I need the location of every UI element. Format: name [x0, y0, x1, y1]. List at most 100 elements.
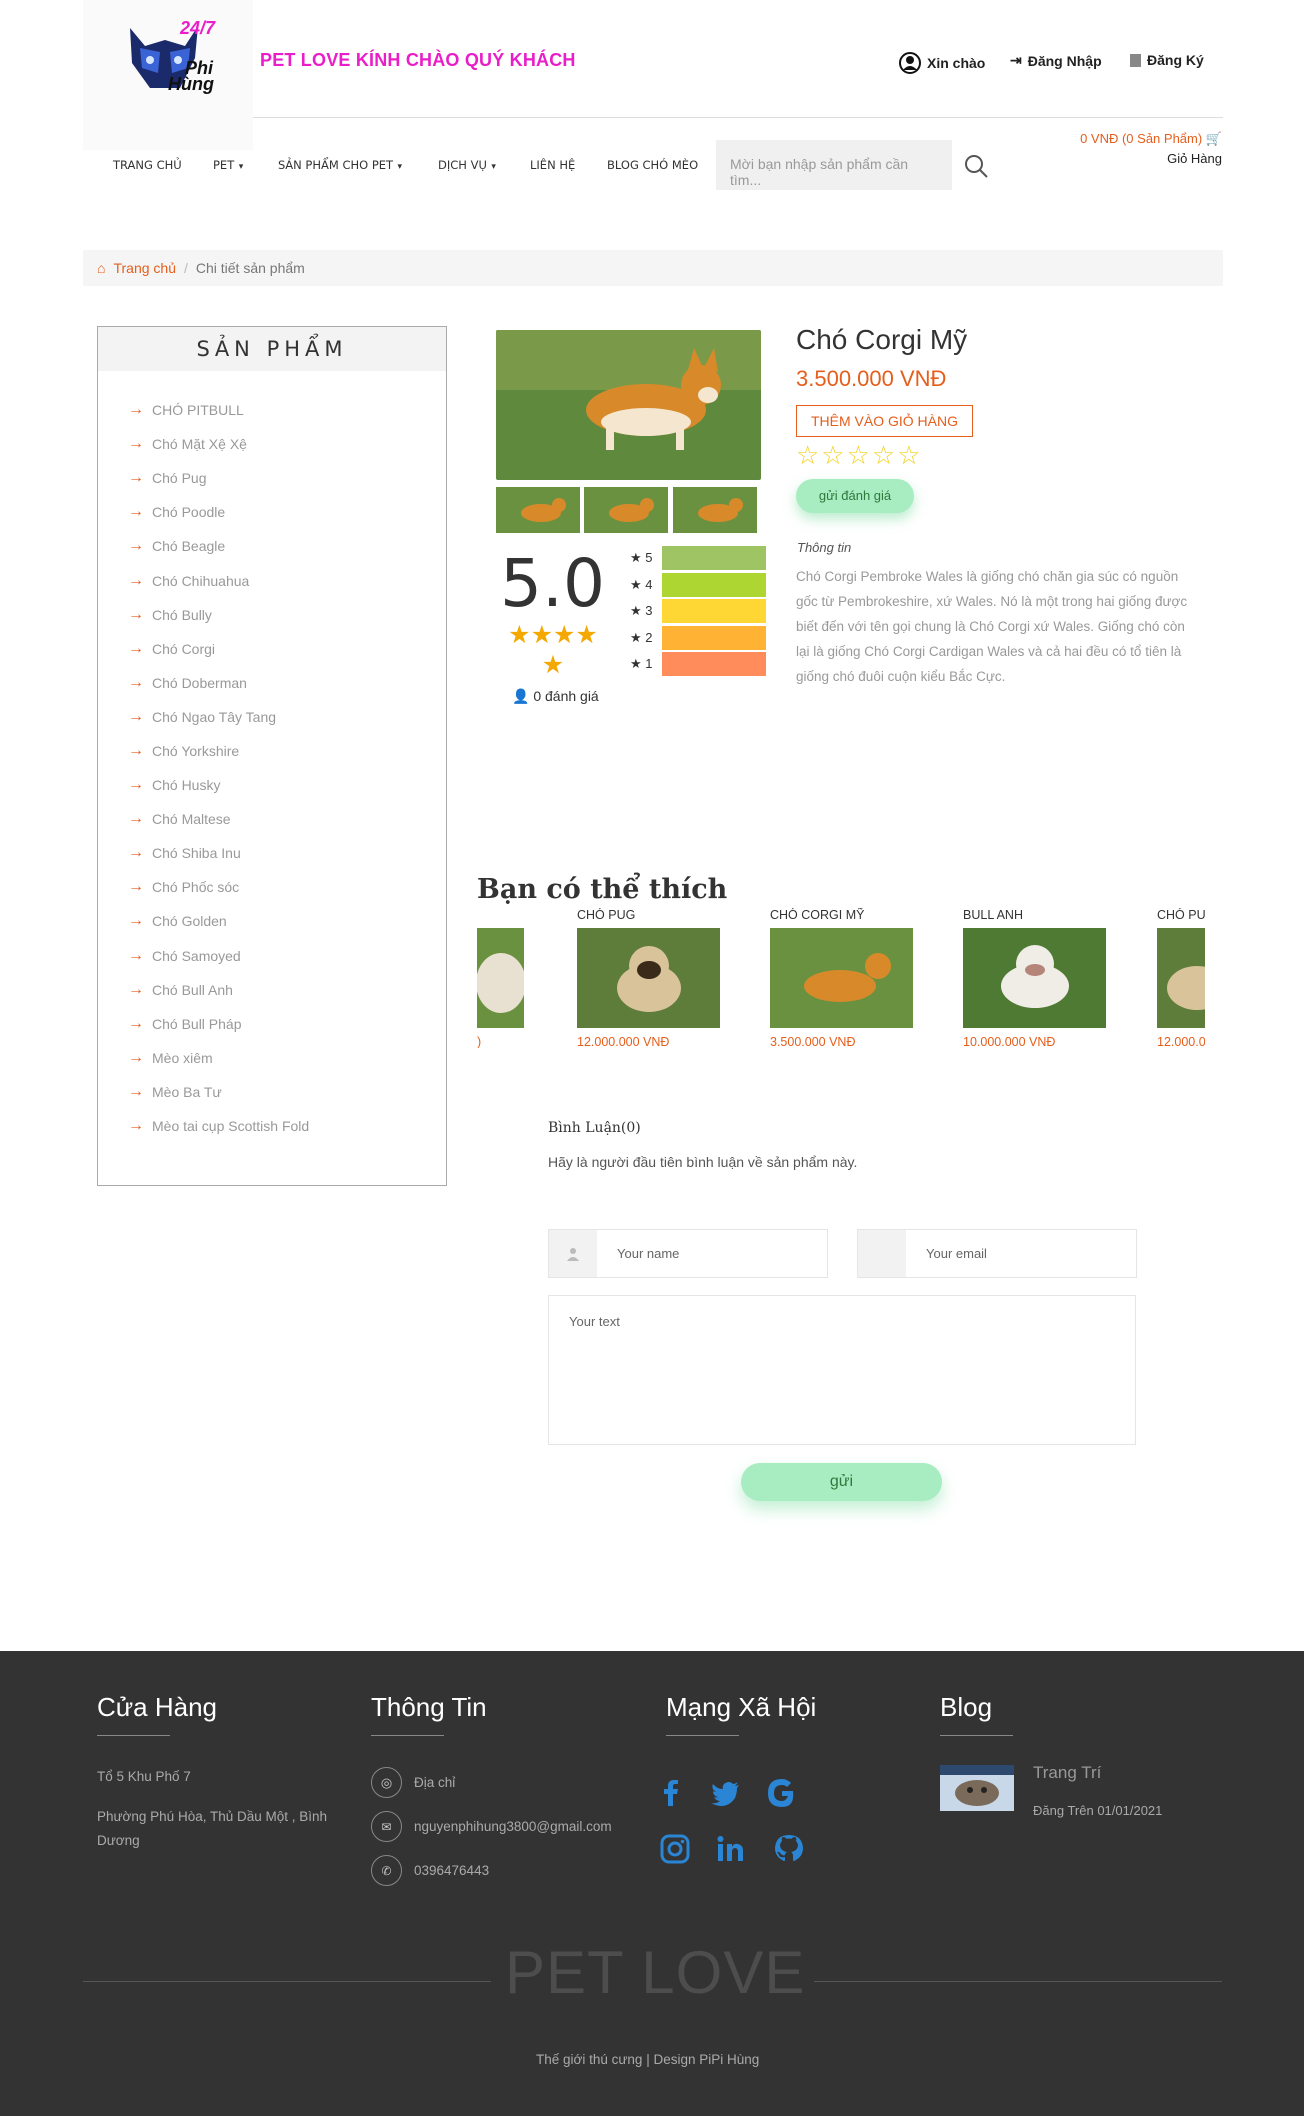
linkedin-icon[interactable]: [713, 1832, 747, 1866]
hello-label: Xin chào: [927, 55, 986, 71]
product-thumbnail[interactable]: [584, 487, 668, 533]
rating-level-label: ★ 3: [630, 603, 653, 618]
related-card-image: [963, 928, 1106, 1028]
rating-bar-row: ★ 1: [630, 652, 766, 676]
hello-link[interactable]: Xin chào: [899, 52, 985, 74]
sidebar-item[interactable]: → Chó Chihuahua: [128, 563, 446, 597]
sidebar-item[interactable]: → Chó Yorkshire: [128, 734, 446, 768]
rating-level-label: ★ 4: [630, 576, 653, 592]
github-icon[interactable]: [772, 1832, 806, 1866]
nav-pet-products[interactable]: SẢN PHẨM CHO PET ▾: [278, 156, 402, 174]
email-field[interactable]: Your email: [857, 1229, 1137, 1278]
instagram-icon[interactable]: [658, 1832, 692, 1866]
product-title: Chó Corgi Mỹ: [796, 324, 968, 355]
arrow-right-icon: →: [128, 741, 144, 759]
product-main-image[interactable]: [496, 330, 761, 480]
sidebar-item[interactable]: → Mèo xiêm: [128, 1041, 446, 1075]
user-icon: 👤: [512, 688, 530, 704]
footer-divider: [666, 1735, 739, 1736]
sidebar-item[interactable]: → Chó Maltese: [128, 802, 446, 836]
sidebar-item[interactable]: → Chó Doberman: [128, 666, 446, 700]
blog-thumbnail[interactable]: [940, 1765, 1014, 1811]
arrow-right-icon: →: [128, 1082, 144, 1100]
sidebar-item[interactable]: → Chó Bully: [128, 598, 446, 632]
related-card-price: ): [477, 1035, 482, 1048]
related-card-price: 12.000.0: [1157, 1035, 1205, 1048]
sidebar-item[interactable]: → Mèo tai cụp Scottish Fold: [128, 1109, 446, 1143]
related-card-image: [1157, 928, 1205, 1028]
rating-bar-fill: [662, 652, 766, 676]
related-card[interactable]: BULL ANH 10.000.000 VNĐ: [963, 908, 1108, 1048]
product-thumbnail[interactable]: [496, 487, 580, 533]
nav-contact[interactable]: LIÊN HỆ: [530, 156, 575, 174]
related-card-price: 3.500.000 VNĐ: [770, 1035, 856, 1048]
cart-label[interactable]: Giỏ Hàng: [1100, 151, 1222, 166]
footer-email[interactable]: nguyenphihung3800@gmail.com: [414, 1815, 612, 1839]
sidebar-item[interactable]: → Chó Beagle: [128, 529, 446, 563]
arrow-right-icon: →: [128, 776, 144, 794]
login-link[interactable]: ⇥ Đăng Nhập: [1010, 52, 1102, 69]
related-card-name: [477, 908, 526, 928]
sidebar-item[interactable]: → Chó Pug: [128, 461, 446, 495]
register-link[interactable]: Đăng Ký: [1130, 52, 1204, 68]
sidebar-item-label: Chó Bull Anh: [152, 981, 233, 998]
related-card[interactable]: CHÓ CORGI MỸ 3.500.000 VNĐ: [770, 908, 915, 1048]
google-icon[interactable]: [765, 1776, 799, 1810]
sidebar-item-label: Chó Bully: [152, 606, 212, 623]
related-carousel[interactable]: ) CHÓ PUG 12.000.000 VNĐ CHÓ CORGI MỸ 3.…: [477, 908, 1205, 1048]
related-card-name: BULL ANH: [963, 908, 1023, 922]
product-thumbnail[interactable]: [673, 487, 757, 533]
arrow-right-icon: →: [128, 810, 144, 828]
rate-stars-input[interactable]: ☆☆☆☆☆: [796, 440, 923, 471]
related-card[interactable]: CHÓ PU 12.000.0: [1157, 908, 1205, 1048]
sidebar-item[interactable]: → Chó Husky: [128, 768, 446, 802]
breadcrumb-home[interactable]: Trang chủ: [113, 260, 176, 276]
add-to-cart-button[interactable]: THÊM VÀO GIỎ HÀNG: [796, 405, 973, 437]
copyright-text: Thế giới thú cưng | Design PiPi Hùng: [536, 2052, 760, 2067]
facebook-icon[interactable]: [654, 1776, 688, 1810]
email-icon: [858, 1230, 906, 1277]
comment-textarea[interactable]: Your text: [548, 1295, 1136, 1445]
sidebar-item[interactable]: → Chó Bull Anh: [128, 973, 446, 1007]
nav-home[interactable]: TRANG CHỦ: [113, 156, 182, 174]
nav-services[interactable]: DỊCH VỤ ▾: [438, 156, 496, 174]
sidebar-item[interactable]: → Chó Bull Pháp: [128, 1007, 446, 1041]
sidebar-item[interactable]: → Chó Corgi: [128, 632, 446, 666]
related-card[interactable]: ): [477, 908, 526, 1048]
store-address-2: Phường Phú Hòa, Thủ Dầu Một , Bình Dương: [97, 1809, 328, 1848]
product-sidebar: SẢN PHẨM → CHÓ PITBULL → Chó Mặt Xệ Xệ → Chó …: [97, 326, 447, 1186]
nav-pet[interactable]: PET ▾: [213, 156, 243, 174]
sign-in-icon: ⇥: [1010, 52, 1022, 68]
sidebar-item[interactable]: → Chó Samoyed: [128, 939, 446, 973]
rating-bar-fill: [662, 599, 766, 623]
sidebar-item-label: Chó Maltese: [152, 811, 231, 828]
submit-rating-button[interactable]: gửi đánh giá: [796, 479, 914, 513]
related-card[interactable]: CHÓ PUG 12.000.000 VNĐ: [577, 908, 722, 1048]
send-comment-button[interactable]: gửi: [741, 1463, 942, 1501]
sidebar-list: → CHÓ PITBULL → Chó Mặt Xệ Xệ → Chó Pug → Chó P…: [98, 371, 446, 1143]
cart-summary[interactable]: 0 VNĐ (0 Sản Phẩm) 🛒: [1030, 131, 1222, 147]
comments-note: Hãy là người đầu tiên bình luận về sản p…: [548, 1154, 858, 1170]
sidebar-item[interactable]: → Chó Golden: [128, 904, 446, 938]
nav-blog[interactable]: BLOG CHÓ MÈO: [607, 156, 698, 174]
sidebar-item[interactable]: → Chó Phốc sóc: [128, 870, 446, 904]
name-field[interactable]: Your name: [548, 1229, 828, 1278]
sidebar-item[interactable]: → Chó Shiba Inu: [128, 836, 446, 870]
sidebar-item[interactable]: → CHÓ PITBULL: [128, 393, 446, 427]
caret-down-icon: ▾: [491, 161, 496, 171]
search-input[interactable]: Mời bạn nhập sản phẩm cần tìm...: [716, 140, 952, 190]
sidebar-item[interactable]: → Mèo Ba Tư: [128, 1075, 446, 1109]
sidebar-item[interactable]: → Chó Ngao Tây Tang: [128, 700, 446, 734]
search-icon[interactable]: [962, 152, 990, 180]
header-divider: [253, 117, 1223, 118]
arrow-right-icon: →: [128, 980, 144, 998]
caret-down-icon: ▾: [397, 161, 403, 171]
twitter-icon[interactable]: [709, 1776, 743, 1810]
sidebar-item[interactable]: → Chó Poodle: [128, 495, 446, 529]
sidebar-item[interactable]: → Chó Mặt Xệ Xệ: [128, 427, 446, 461]
blog-post-title[interactable]: Trang Trí: [1033, 1763, 1101, 1783]
score-stars-icon: ★★★★ ★: [508, 621, 598, 679]
home-icon[interactable]: ⌂: [97, 260, 105, 276]
footer-phone[interactable]: 0396476443: [414, 1859, 489, 1883]
related-card-price: 10.000.000 VNĐ: [963, 1035, 1056, 1048]
